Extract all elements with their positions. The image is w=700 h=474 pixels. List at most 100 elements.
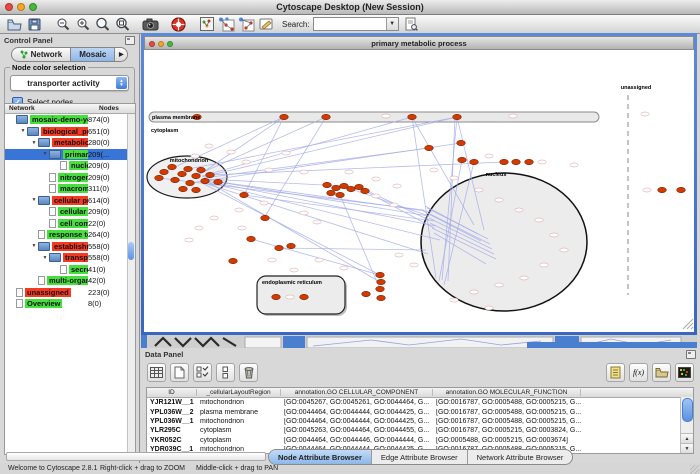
tree-node-label[interactable]: cellular metabo: [58, 207, 88, 216]
column-header[interactable]: annotation.GO CELLULAR_COMPONENT: [281, 389, 433, 396]
tree-node-label[interactable]: response to stimulu: [47, 230, 88, 239]
notes-button[interactable]: [606, 363, 625, 382]
tree-row[interactable]: ▼cellular process614(0): [5, 195, 128, 207]
table-row[interactable]: YPL036W__1mitochondrion[GO:0044464, GO:0…: [147, 417, 693, 426]
net-zoom-icon[interactable]: [167, 41, 173, 47]
tree-node-label[interactable]: Overview: [25, 299, 62, 308]
table-row[interactable]: YLR295Ccytoplasm[GO:0045263, GO:0044464,…: [147, 426, 693, 435]
tree-row[interactable]: nucleobase-209(0): [5, 160, 128, 172]
net-close-icon[interactable]: [149, 41, 155, 47]
minimize-icon[interactable]: [17, 3, 25, 11]
table-row[interactable]: YPL036W__2plasma membrane[GO:0044464, GO…: [147, 407, 693, 416]
zoom-in-button[interactable]: [74, 16, 91, 32]
tree-node-label[interactable]: mosaic-demo-yeast: [30, 115, 88, 124]
network-canvas[interactable]: plasma membranecytoplasmmitochondrionnuc…: [144, 50, 694, 332]
open-session-button[interactable]: [6, 16, 23, 32]
tree-row[interactable]: ▼establishment of lo558(0): [5, 241, 128, 253]
graph-nodes[interactable]: [155, 114, 686, 300]
tab-network[interactable]: Network: [11, 47, 72, 62]
tree-node-label[interactable]: metabolic process: [52, 138, 88, 147]
tab-network-attribute-browser[interactable]: Network Attribute Browser: [468, 450, 573, 464]
attribute-table-button[interactable]: [147, 363, 166, 382]
tabs-overflow-button[interactable]: ▶: [115, 47, 128, 62]
tree-node-label[interactable]: nucleobase-: [69, 161, 88, 170]
network-manager-button[interactable]: [198, 16, 215, 32]
unselect-attributes-button[interactable]: [216, 363, 235, 382]
scroll-down-icon[interactable]: ▼: [681, 443, 693, 453]
tree-row[interactable]: multi-organism pro42(0): [5, 275, 128, 287]
formula-button[interactable]: f(x): [629, 363, 648, 382]
snapshot-button[interactable]: [142, 16, 159, 32]
apply-layout-b-button[interactable]: [238, 16, 255, 32]
float-data-panel-icon[interactable]: [686, 350, 696, 359]
net-minimize-icon[interactable]: [158, 41, 164, 47]
network-window-titlebar[interactable]: primary metabolic process: [144, 36, 694, 50]
tree-scrollbar[interactable]: [127, 114, 135, 454]
tree-row[interactable]: nitrogen compo209(0): [5, 172, 128, 184]
apply-layout-a-button[interactable]: [218, 16, 235, 32]
node-color-dropdown[interactable]: transporter activity ▲▼: [10, 75, 129, 91]
tree-row[interactable]: secretion41(0): [5, 264, 128, 276]
tab-node-attribute-browser[interactable]: Node Attribute Browser: [269, 450, 372, 464]
tree-node-label[interactable]: unassigned: [25, 288, 71, 297]
vizmapper-button[interactable]: [258, 16, 275, 32]
search-input[interactable]: [314, 18, 386, 30]
search-dropdown-arrow-icon[interactable]: ▼: [386, 18, 398, 30]
tree-row[interactable]: Overview8(0): [5, 298, 128, 310]
tree-node-label[interactable]: biological_process: [41, 127, 88, 136]
tree-node-label[interactable]: multi-organism pro: [47, 276, 88, 285]
search-field[interactable]: ▼: [313, 17, 399, 31]
search-options-button[interactable]: [403, 16, 420, 32]
network-graph[interactable]: plasma membranecytoplasmmitochondrionnuc…: [144, 50, 694, 331]
tree-row[interactable]: mosaic-demo-yeast874(0): [5, 114, 128, 126]
tree-row[interactable]: ▼primary metabo209(...: [5, 149, 128, 161]
expander-icon[interactable]: ▼: [41, 151, 49, 157]
zoom-window-icon[interactable]: [29, 3, 37, 11]
float-panel-icon[interactable]: [125, 36, 135, 45]
tree-node-label[interactable]: nitrogen compo: [58, 173, 88, 182]
tree-row[interactable]: ▼biological_process651(0): [5, 126, 128, 138]
tree-node-label[interactable]: primary metabo: [63, 150, 88, 159]
zoom-out-button[interactable]: [54, 16, 71, 32]
delete-attribute-button[interactable]: [239, 363, 258, 382]
new-attribute-button[interactable]: [170, 363, 189, 382]
column-header[interactable]: _cellularLayoutRegion: [197, 389, 281, 396]
tree-node-label[interactable]: macromolecule: [58, 184, 88, 193]
select-attributes-button[interactable]: [193, 363, 212, 382]
tree-node-label[interactable]: cell communicat: [58, 219, 88, 228]
tree-row[interactable]: macromolecule311(0): [5, 183, 128, 195]
expander-icon[interactable]: ▼: [30, 140, 38, 146]
tab-edge-attribute-browser[interactable]: Edge Attribute Browser: [372, 450, 468, 464]
expander-icon[interactable]: ▼: [19, 128, 27, 134]
tree-node-label[interactable]: cellular process: [52, 196, 88, 205]
scroll-up-icon[interactable]: ▲: [681, 433, 693, 443]
table-scrollbar[interactable]: ▲ ▼: [680, 397, 693, 453]
help-button[interactable]: [170, 16, 187, 32]
tree-scrollbar-thumb[interactable]: [128, 242, 134, 260]
matrix-view-button[interactable]: [675, 363, 694, 382]
tree-row[interactable]: response to stimulu264(0): [5, 229, 128, 241]
expander-icon[interactable]: ▼: [41, 255, 49, 261]
zoom-selected-button[interactable]: [94, 16, 111, 32]
tree-row[interactable]: ▼metabolic process280(0): [5, 137, 128, 149]
window-resize-grip[interactable]: [690, 465, 699, 474]
table-row[interactable]: YKR052Ccytoplasm[GO:0044464, GO:0044446,…: [147, 436, 693, 445]
tree-node-label[interactable]: establishment of lo: [52, 242, 88, 251]
tree-row[interactable]: ▼transport558(0): [5, 252, 128, 264]
column-header[interactable]: annotation.GO MOLECULAR_FUNCTION: [433, 389, 581, 396]
dropdown-stepper-icon[interactable]: ▲▼: [116, 77, 127, 89]
save-session-button[interactable]: [26, 16, 43, 32]
tab-mosaic[interactable]: Mosaic: [71, 47, 115, 62]
tree-node-label[interactable]: transport: [63, 253, 88, 262]
column-header[interactable]: ID: [147, 389, 197, 396]
table-row[interactable]: YJR121W__1mitochondrion[GO:0045267, GO:0…: [147, 398, 693, 407]
import-attributes-button[interactable]: [652, 363, 671, 382]
expander-icon[interactable]: ▼: [30, 197, 38, 203]
tree-row[interactable]: unassigned223(0): [5, 287, 128, 299]
close-icon[interactable]: [5, 3, 13, 11]
tree-node-label[interactable]: secretion: [69, 265, 88, 274]
table-scrollbar-thumb[interactable]: [682, 398, 693, 422]
tree-row[interactable]: cellular metabo209(0): [5, 206, 128, 218]
canvas-resize-grip[interactable]: [683, 319, 693, 329]
tree-row[interactable]: cell communicat22(0): [5, 218, 128, 230]
